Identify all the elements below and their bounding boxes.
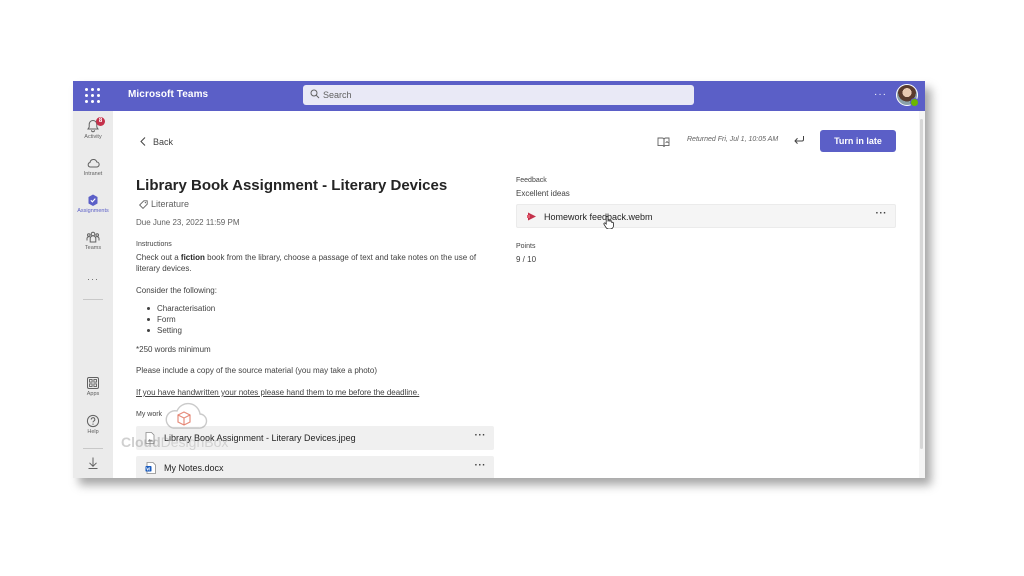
file-more-options-icon[interactable]: ··· xyxy=(475,430,487,441)
file-more-options-icon[interactable]: ··· xyxy=(475,460,487,471)
top-bar: Microsoft Teams Search ··· xyxy=(73,81,925,111)
back-label: Back xyxy=(153,137,174,147)
instructions-bold-word: fiction xyxy=(180,253,205,262)
file-name: My Notes.docx xyxy=(164,463,224,473)
assignment-title: Library Book Assignment - Literary Devic… xyxy=(136,177,448,194)
chevron-left-icon xyxy=(140,137,146,146)
copy-note: Please include a copy of the source mate… xyxy=(136,366,378,375)
undo-icon[interactable] xyxy=(793,135,805,145)
presence-available-icon xyxy=(910,98,919,107)
tag-icon xyxy=(139,200,148,209)
rail-label-activity: Activity xyxy=(84,134,102,140)
search-input[interactable]: Search xyxy=(303,85,694,105)
file-name: Library Book Assignment - Literary Devic… xyxy=(164,433,356,443)
activity-badge: 8 xyxy=(96,117,105,126)
rail-item-apps[interactable]: Apps xyxy=(73,376,113,397)
hand-cursor-icon xyxy=(603,216,614,229)
considerations-list: Characterisation Form Setting xyxy=(147,303,215,336)
instructions-label: Instructions xyxy=(136,241,172,248)
rail-label-apps: Apps xyxy=(86,391,100,397)
rail-item-intranet[interactable]: Intranet xyxy=(73,156,113,177)
app-title: Microsoft Teams xyxy=(128,89,209,100)
help-icon xyxy=(86,414,100,428)
rail-item-help[interactable]: Help xyxy=(73,414,113,435)
file-more-options-icon[interactable]: ··· xyxy=(876,208,888,219)
app-launcher-icon[interactable] xyxy=(85,88,101,104)
app-rail: 8 Activity Intranet Assignments Teams ··… xyxy=(73,111,113,478)
list-item: Form xyxy=(147,314,215,325)
teams-window: Microsoft Teams Search ··· 8 Activity In… xyxy=(73,81,925,478)
cloud-icon xyxy=(87,159,100,168)
returned-status: Returned Fri, Jul 1, 10:05 AM xyxy=(687,136,779,143)
rail-divider xyxy=(83,448,103,449)
handwritten-note: If you have handwritten your notes pleas… xyxy=(136,388,420,397)
instructions-text-start: Check out a xyxy=(136,253,181,262)
feedback-text: Excellent ideas xyxy=(516,189,570,198)
more-options-icon[interactable]: ··· xyxy=(874,89,887,100)
arrow-down-icon xyxy=(88,457,98,469)
rail-label-assignments: Assignments xyxy=(77,208,109,214)
rail-label-help: Help xyxy=(87,429,99,435)
scrollbar-thumb[interactable] xyxy=(920,119,923,449)
turn-in-late-button[interactable]: Turn in late xyxy=(820,130,896,152)
my-work-label: My work xyxy=(136,411,163,418)
rail-divider xyxy=(83,299,103,300)
rail-item-activity[interactable]: 8 Activity xyxy=(73,117,113,140)
avatar[interactable] xyxy=(896,84,919,107)
work-file-docx[interactable]: My Notes.docx ··· xyxy=(136,456,494,478)
rail-label-teams: Teams xyxy=(84,245,102,251)
points-value: 9 / 10 xyxy=(516,255,537,264)
rail-item-assignments[interactable]: Assignments xyxy=(73,193,113,214)
feedback-file[interactable]: Homework feedback.webm ··· xyxy=(516,204,896,228)
points-label: Points xyxy=(516,243,536,250)
assignments-icon xyxy=(88,194,98,206)
due-date: Due June 23, 2022 11:59 PM xyxy=(136,218,240,227)
immersive-reader-icon[interactable] xyxy=(657,136,670,148)
teams-icon xyxy=(86,231,100,243)
search-icon xyxy=(310,89,320,99)
search-placeholder: Search xyxy=(323,90,352,100)
video-file-icon xyxy=(527,212,536,221)
rail-more-apps-icon[interactable]: ··· xyxy=(73,274,113,284)
rail-label-intranet: Intranet xyxy=(83,171,103,177)
file-name: Homework feedback.webm xyxy=(544,212,653,222)
list-item: Characterisation xyxy=(147,303,215,314)
word-file-icon xyxy=(145,462,156,474)
instructions-text: Check out a fiction book from the librar… xyxy=(136,252,496,274)
consider-text: Consider the following: xyxy=(136,286,217,295)
work-file-jpeg[interactable]: Library Book Assignment - Literary Devic… xyxy=(136,426,494,450)
min-words-note: *250 words minimum xyxy=(136,345,211,354)
image-file-icon xyxy=(145,432,155,444)
category-label: Literature xyxy=(151,199,190,209)
scrollbar[interactable] xyxy=(919,111,925,478)
feedback-label: Feedback xyxy=(516,177,547,184)
list-item: Setting xyxy=(147,325,215,336)
apps-icon xyxy=(87,377,99,389)
download-icon[interactable] xyxy=(73,456,113,470)
rail-item-teams[interactable]: Teams xyxy=(73,230,113,251)
